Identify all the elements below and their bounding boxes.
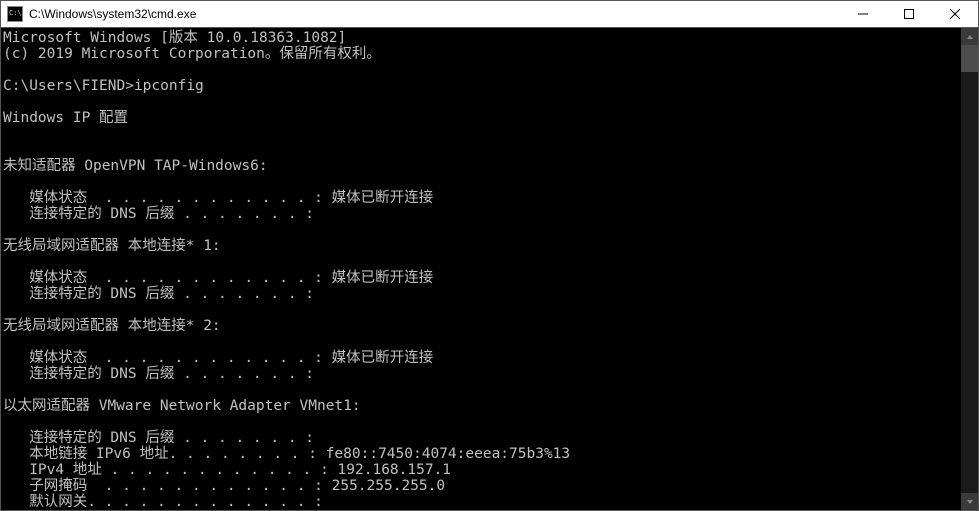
scrollbar-thumb[interactable] [961,45,978,72]
scroll-up-button[interactable] [961,28,978,45]
minimize-icon [858,9,868,19]
client-area: Microsoft Windows [版本 10.0.18363.1082] (… [1,28,978,510]
maximize-button[interactable] [886,1,932,27]
terminal-output[interactable]: Microsoft Windows [版本 10.0.18363.1082] (… [1,28,961,510]
app-icon [7,6,23,22]
scrollbar-track[interactable] [961,45,978,493]
vertical-scrollbar[interactable] [961,28,978,510]
chevron-up-icon [966,33,974,41]
close-button[interactable] [932,1,978,27]
cmd-window: C:\Windows\system32\cmd.exe Microsoft Wi… [0,0,979,511]
window-controls [840,1,978,27]
minimize-button[interactable] [840,1,886,27]
titlebar[interactable]: C:\Windows\system32\cmd.exe [1,1,978,28]
chevron-down-icon [966,498,974,506]
window-title: C:\Windows\system32\cmd.exe [29,7,840,21]
close-icon [950,9,960,19]
maximize-icon [904,9,914,19]
scroll-down-button[interactable] [961,493,978,510]
